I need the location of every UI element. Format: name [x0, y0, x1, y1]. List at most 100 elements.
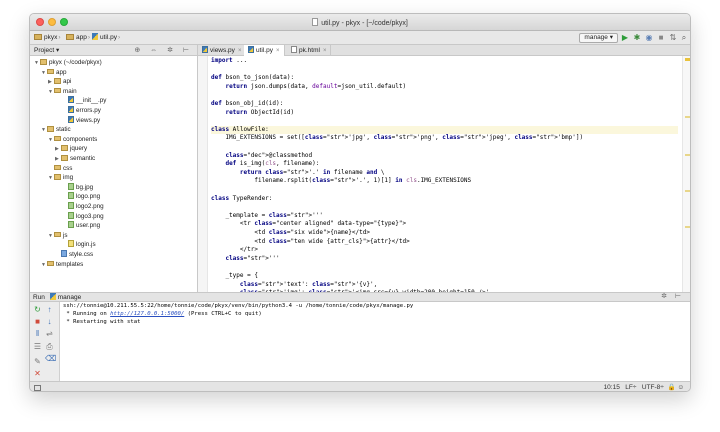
tree-item[interactable]: ▶ jquery — [55, 144, 87, 154]
pin-tab-icon[interactable]: ✎ — [33, 357, 42, 366]
search-icon[interactable]: ⌕ — [679, 33, 689, 43]
tree-item-label: user.png — [76, 222, 101, 230]
usage-marker[interactable] — [685, 226, 690, 228]
tool-windows-icon[interactable] — [34, 385, 41, 391]
code-line[interactable]: import ... — [211, 57, 247, 65]
coverage-icon[interactable]: ◉ — [644, 33, 654, 43]
code-line[interactable]: return json.dumps(data, default=json_uti… — [211, 83, 406, 91]
code-line[interactable]: def bson_to_json(data): — [211, 74, 294, 82]
file-encoding[interactable]: UTF-8÷ — [642, 384, 664, 391]
code-line[interactable]: class="str">''' — [211, 255, 279, 263]
run-icon[interactable]: ▶ — [620, 33, 630, 43]
tree-item[interactable]: ▼ main — [48, 87, 77, 97]
window-title: util.py - pkyx - [~/code/pkyx] — [321, 20, 408, 27]
close-run-icon[interactable]: ✕ — [33, 369, 42, 378]
code-line[interactable]: def bson_obj_id(id): — [211, 100, 283, 108]
usage-marker[interactable] — [685, 116, 690, 118]
stop-run-icon[interactable]: ■ — [33, 317, 42, 326]
tree-item[interactable]: ▼ components — [48, 135, 97, 145]
tab-util-py[interactable]: util.py × — [244, 45, 285, 56]
tree-item-label: logo.png — [76, 193, 101, 201]
tree-item[interactable]: css — [48, 164, 72, 174]
tree-item[interactable]: ▼ pkyx (~/code/pkyx) — [34, 58, 102, 68]
tree-item[interactable]: login.js — [62, 240, 96, 250]
close-tab-icon[interactable]: × — [276, 48, 280, 54]
code-line[interactable]: class AllowFile: — [211, 125, 678, 134]
scroll-up-icon[interactable]: ↑ — [45, 305, 54, 314]
img-file-icon — [68, 221, 74, 229]
tree-item[interactable]: bg.jpg — [62, 182, 93, 193]
breadcrumb-app[interactable]: app› — [66, 33, 91, 43]
project-view-select[interactable]: Project ▾ — [34, 47, 59, 54]
tree-item[interactable]: logo.png — [62, 192, 100, 202]
tree-item[interactable]: errors.py — [62, 106, 101, 116]
run-panel-settings-icon[interactable]: ✲ ⊢ — [661, 293, 684, 301]
lock-icon[interactable]: 🔒 — [667, 384, 675, 391]
breadcrumb-file[interactable]: util.py› — [92, 33, 121, 43]
tree-item[interactable]: __init__.py — [62, 96, 106, 106]
tree-item[interactable]: logo2.png — [62, 202, 104, 212]
code-line[interactable]: IMG_EXTENSIONS = set([class="str">'jpg',… — [211, 134, 583, 142]
tree-item[interactable]: ▼ app — [41, 68, 67, 78]
usage-marker[interactable] — [685, 190, 690, 192]
line-separator[interactable]: LF÷ — [625, 384, 636, 391]
tab-pk-html[interactable]: pk.html × — [287, 45, 332, 56]
code-line[interactable]: return ObjectId(id) — [211, 109, 294, 117]
usage-marker[interactable] — [685, 154, 690, 156]
tree-item[interactable]: ▼ templates — [41, 260, 83, 270]
vcs-icon[interactable]: ⇅ — [668, 33, 678, 43]
clear-all-icon[interactable]: ⌫ — [45, 354, 56, 363]
tree-item[interactable]: ▼ js — [48, 231, 68, 241]
dump-threads-icon[interactable]: ☰ — [33, 342, 42, 351]
code-line[interactable]: class="str">'text': class="str">'{v}', — [211, 281, 377, 289]
python-file-icon — [92, 33, 98, 40]
code-line[interactable]: </tr> — [211, 246, 258, 254]
folder-icon — [47, 126, 54, 132]
code-line[interactable]: <td class="ten wide {attr_cls}">{attr}</… — [211, 238, 409, 246]
tree-item[interactable]: ▼ static — [41, 125, 71, 135]
tree-item[interactable]: logo3.png — [62, 211, 104, 222]
code-line[interactable]: class="dec">@classmethod — [211, 152, 312, 160]
tree-item[interactable]: style.css — [55, 250, 93, 260]
run-config-select[interactable]: manage ▾ — [579, 33, 618, 43]
folder-icon — [54, 174, 61, 180]
pause-icon[interactable]: ‖ — [33, 329, 42, 338]
tree-item[interactable]: views.py — [62, 115, 100, 126]
code-line[interactable]: _type = { — [211, 272, 258, 280]
tree-item[interactable]: ▶ api — [48, 77, 71, 87]
print-icon[interactable]: ⎙ — [45, 342, 54, 351]
editor-scrollbar[interactable] — [682, 56, 690, 292]
warning-marker[interactable] — [685, 58, 690, 61]
stop-icon[interactable]: ■ — [656, 33, 666, 43]
console-output[interactable]: ssh://tonnie@10.211.55.5:22/home/tonnie/… — [63, 302, 690, 381]
debug-icon[interactable]: ✱ — [632, 33, 642, 43]
folder-icon — [54, 87, 61, 94]
soft-wrap-icon[interactable]: ⇌ — [45, 329, 54, 338]
close-tab-icon[interactable]: × — [238, 48, 242, 54]
code-line[interactable]: <tr class="center aligned" data-type="{t… — [211, 220, 406, 228]
inspector-icon[interactable]: ☺ — [677, 384, 684, 391]
rerun-icon[interactable]: ↻ — [33, 305, 42, 314]
server-url-link[interactable]: http://127.0.0.1:5000/ — [110, 311, 184, 317]
tab-views-py[interactable]: views.py × — [198, 45, 247, 56]
tree-item-label: semantic — [70, 155, 96, 162]
run-panel-config[interactable]: manage — [58, 294, 82, 301]
code-line[interactable]: return class="str">'.' in filename and \ — [211, 169, 385, 177]
breadcrumb-project[interactable]: pkyx› — [34, 33, 62, 43]
tree-item[interactable]: ▶ semantic — [55, 154, 95, 164]
scroll-down-icon[interactable]: ↓ — [45, 317, 54, 326]
folder-icon — [54, 231, 61, 238]
tree-item[interactable]: user.png — [62, 221, 100, 231]
tree-item[interactable]: ▼ img — [48, 173, 73, 183]
code-line[interactable]: class TypeRender: — [211, 195, 272, 203]
code-line[interactable]: def is_img(cls, filename): — [211, 160, 319, 168]
tree-item-label: logo2.png — [76, 203, 104, 210]
code-line[interactable]: <td class="six wide">{name}</td> — [211, 229, 370, 237]
code-line[interactable]: _template = class="str">''' — [211, 212, 323, 220]
code-line[interactable]: filename.rsplit(class="str">'.', 1)[1] i… — [211, 177, 471, 185]
close-tab-icon[interactable]: × — [323, 48, 327, 54]
cursor-position[interactable]: 10:15 — [604, 384, 620, 391]
line-gutter[interactable] — [198, 56, 208, 292]
project-panel-tools[interactable]: ⊕ ⇔ ✲ ⊢ — [134, 45, 193, 56]
code-editor[interactable]: import ... def bson_to_json(data): return… — [211, 56, 678, 292]
